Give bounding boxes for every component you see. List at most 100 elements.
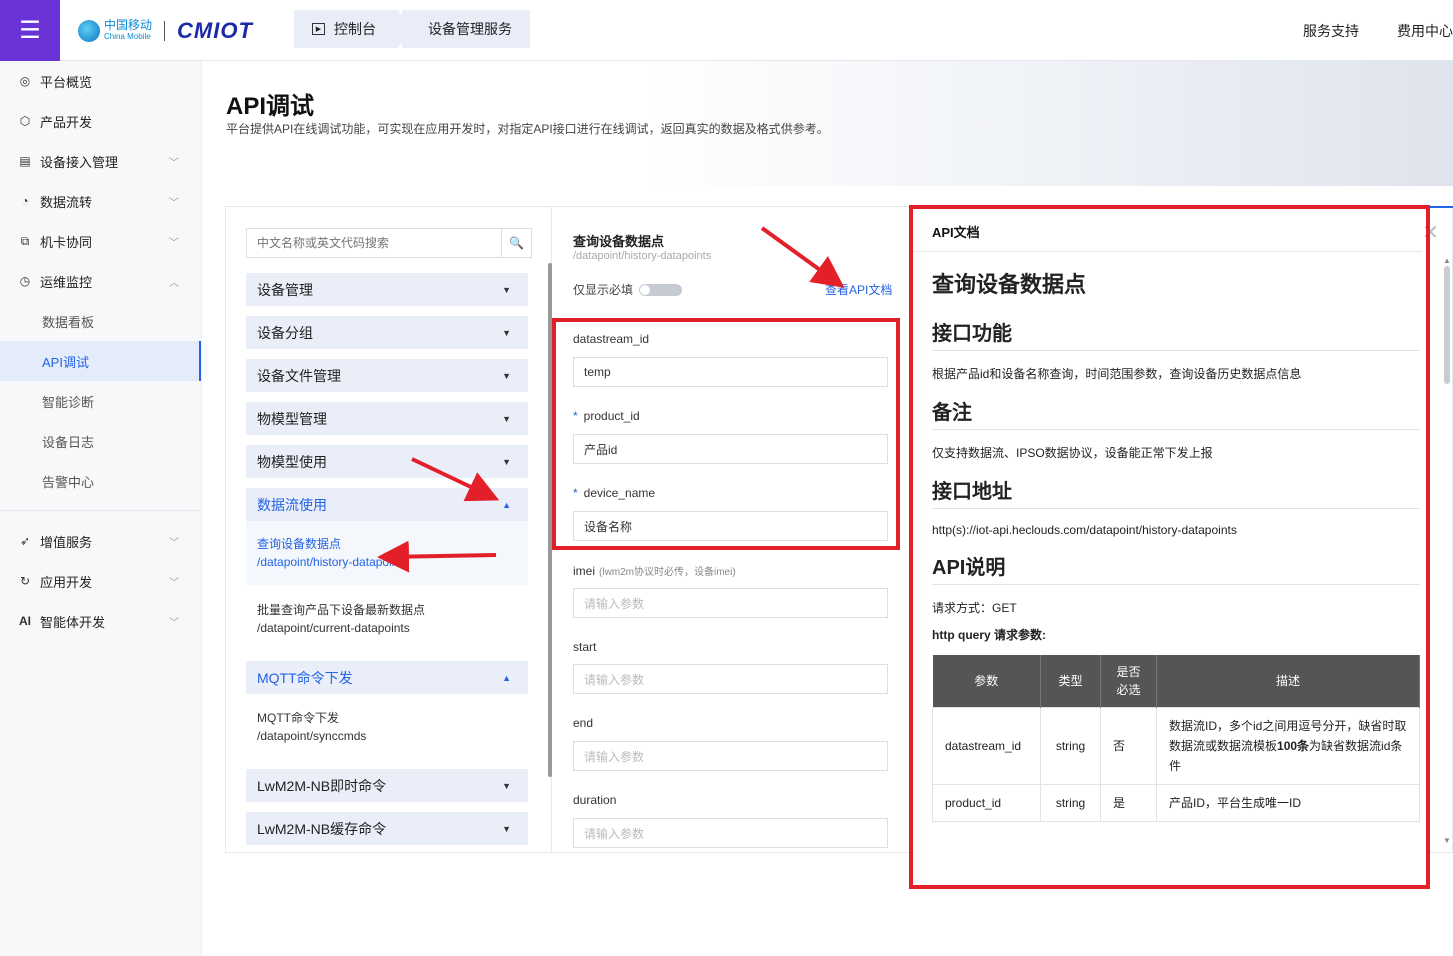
table-header-row: 参数 类型 是否必选 描述 xyxy=(932,655,1420,707)
device-icon: ▤ xyxy=(19,154,31,168)
crumb-console-label: 控制台 xyxy=(334,21,376,37)
service-support-link[interactable]: 服务支持 xyxy=(1303,21,1359,41)
group-thing-model-use[interactable]: 物模型使用 ▼ xyxy=(246,445,528,478)
api-item-synccmds[interactable]: MQTT命令下发 /datapoint/synccmds xyxy=(246,695,528,759)
sidebar-item-ops-monitor[interactable]: ◷ 运维监控 ︿ xyxy=(0,261,201,301)
sim-icon: ⧉ xyxy=(20,233,30,248)
caret-down-icon: ▼ xyxy=(502,456,511,467)
sidebar-item-agent-dev[interactable]: AI 智能体开发 ﹀ xyxy=(0,601,201,641)
billing-center-link[interactable]: 费用中心 xyxy=(1397,21,1453,41)
group-label: 物模型管理 xyxy=(257,410,327,427)
scroll-thumb[interactable] xyxy=(1444,266,1450,384)
field-label-text: device_name xyxy=(583,486,656,500)
scroll-down-icon[interactable]: ▼ xyxy=(1443,836,1451,845)
api-list-scrollbar[interactable] xyxy=(548,263,552,777)
sidebar-item-label: 平台概览 xyxy=(40,74,93,90)
view-api-doc-link[interactable]: 查看API文档 xyxy=(825,281,892,298)
field-label-device-name: * device_name xyxy=(573,486,655,500)
api-search-input[interactable] xyxy=(247,229,501,257)
end-input[interactable]: 请输入参数 xyxy=(573,741,888,771)
search-icon[interactable]: 🔍 xyxy=(501,229,531,257)
sidebar-sub-dashboard[interactable]: 数据看板 xyxy=(0,301,201,341)
sidebar-sub-alarm[interactable]: 告警中心 xyxy=(0,461,201,501)
required-only-toggle[interactable] xyxy=(639,284,682,296)
required-star-icon: * xyxy=(573,486,578,500)
field-label-duration: duration xyxy=(573,793,616,807)
doc-method-text: 请求方式：GET xyxy=(932,601,1017,615)
group-device-file[interactable]: 设备文件管理 ▼ xyxy=(246,359,528,392)
group-thing-model-mgmt[interactable]: 物模型管理 ▼ xyxy=(246,402,528,435)
field-hint: (lwm2m协议时必传，设备imei) xyxy=(599,567,736,578)
code-icon: ↻ xyxy=(19,574,31,588)
doc-scrollbar[interactable]: ▲ ▼ xyxy=(1443,256,1451,846)
monitor-icon: ◷ xyxy=(19,274,31,288)
group-label: 数据流使用 xyxy=(257,496,327,513)
imei-input[interactable]: 请输入参数 xyxy=(573,588,888,618)
sidebar-item-overview[interactable]: ◎ 平台概览 xyxy=(0,61,201,101)
sidebar-item-label: 运维监控 xyxy=(40,274,93,290)
logo-cn: 中国移动 xyxy=(104,18,153,32)
group-label: 设备分组 xyxy=(257,324,313,341)
chevron-down-icon: ﹀ xyxy=(169,577,179,589)
doc-note-text: 仅支持数据流、IPSO数据协议，设备能正常下发上报 xyxy=(932,446,1213,460)
close-icon[interactable]: ✕ xyxy=(1422,220,1439,245)
group-lwm2m-cache[interactable]: LwM2M-NB缓存命令 ▼ xyxy=(246,812,528,845)
caret-down-icon: ▼ xyxy=(502,284,511,295)
crumb-device-service[interactable]: 设备管理服务 xyxy=(402,10,530,48)
field-label-datastream-id: datastream_id xyxy=(573,332,649,346)
field-label-text: start xyxy=(573,640,597,654)
table-cell: product_id xyxy=(932,783,1041,822)
sidebar-item-app-dev[interactable]: ↻ 应用开发 ﹀ xyxy=(0,561,201,601)
cmiot-logo: CMIOT xyxy=(177,18,253,43)
required-star-icon: * xyxy=(573,409,578,423)
toggle-knob xyxy=(640,285,650,295)
product-id-input[interactable]: 产品id xyxy=(573,434,888,464)
group-datastream-use[interactable]: 数据流使用 ▲ xyxy=(246,488,528,521)
sidebar-sub-api-debug[interactable]: API调试 xyxy=(0,341,201,381)
duration-input[interactable]: 请输入参数 xyxy=(573,818,888,848)
sidebar-item-label: 增值服务 xyxy=(40,534,93,550)
sidebar-sub-diagnosis[interactable]: 智能诊断 xyxy=(0,381,201,421)
group-device-group[interactable]: 设备分组 ▼ xyxy=(246,316,528,349)
api-item-name: MQTT命令下发 xyxy=(257,711,339,725)
sidebar-divider xyxy=(0,510,201,511)
sidebar-item-label: 机卡协同 xyxy=(40,234,93,250)
sidebar-item-label: 数据流转 xyxy=(40,194,93,210)
param-panel: 查询设备数据点 /datapoint/history-datapoints 仅显… xyxy=(553,207,909,852)
caret-down-icon: ▼ xyxy=(502,780,511,791)
api-doc-body: 查询设备数据点 接口功能 根据产品id和设备名称查询，时间范围参数，查询设备历史… xyxy=(932,267,1420,822)
chevron-down-icon: ﹀ xyxy=(169,197,179,209)
group-mqtt-cmd[interactable]: MQTT命令下发 ▲ xyxy=(246,661,528,694)
cube-icon: ⬡ xyxy=(19,114,31,128)
console-icon: ▶ xyxy=(312,23,325,35)
api-list-panel: 🔍 设备管理 ▼ 设备分组 ▼ 设备文件管理 ▼ 物模型管理 ▼ 物模型使用 ▼ 数据流使… xyxy=(226,207,552,852)
api-item-current-datapoints[interactable]: 批量查询产品下设备最新数据点 /datapoint/current-datapo… xyxy=(246,587,528,651)
menu-icon[interactable]: ☰ xyxy=(0,0,60,61)
api-item-path: /datapoint/synccmds xyxy=(257,729,367,743)
sidebar-sub-device-log[interactable]: 设备日志 xyxy=(0,421,201,461)
sidebar-item-product-dev[interactable]: ⬡ 产品开发 xyxy=(0,101,201,141)
logo[interactable]: 中国移动 China Mobile CMIOT xyxy=(78,16,253,46)
sidebar-item-data-flow[interactable]: ◔ 数据流转 ﹀ xyxy=(0,181,201,221)
datastream-id-input[interactable]: temp xyxy=(573,357,888,387)
scroll-up-icon[interactable]: ▲ xyxy=(1443,256,1451,265)
api-item-path: /datapoint/history-datapoints xyxy=(257,555,408,569)
sidebar-item-sim[interactable]: ⧉ 机卡协同 ﹀ xyxy=(0,221,201,261)
group-lwm2m-instant[interactable]: LwM2M-NB即时命令 ▼ xyxy=(246,769,528,802)
crumb-console[interactable]: ▶ 控制台 xyxy=(294,10,410,48)
group-label: 设备管理 xyxy=(257,281,313,298)
sidebar-item-value-added[interactable]: ➶ 增值服务 ﹀ xyxy=(0,521,201,561)
table-cell: 产品ID，平台生成唯一ID xyxy=(1156,783,1420,822)
start-input[interactable]: 请输入参数 xyxy=(573,664,888,694)
device-name-input[interactable]: 设备名称 xyxy=(573,511,888,541)
sidebar-item-device-access[interactable]: ▤ 设备接入管理 ﹀ xyxy=(0,141,201,181)
table-header: 描述 xyxy=(1156,655,1420,707)
group-label: 设备文件管理 xyxy=(257,367,341,384)
api-item-history-datapoints[interactable]: 查询设备数据点 /datapoint/history-datapoints xyxy=(246,521,528,585)
table-cell: 数据流ID，多个id之间用逗号分开，缺省时取数据流或数据流模板100条为缺省数据… xyxy=(1156,706,1420,785)
table-header: 参数 xyxy=(932,655,1041,707)
crumb-device-service-label: 设备管理服务 xyxy=(428,21,512,37)
doc-function-text: 根据产品id和设备名称查询，时间范围参数，查询设备历史数据点信息 xyxy=(932,367,1302,381)
group-device-management[interactable]: 设备管理 ▼ xyxy=(246,273,528,306)
page-description: 平台提供API在线调试功能，可实现在应用开发时，对指定API接口进行在线调试，返… xyxy=(226,122,829,136)
